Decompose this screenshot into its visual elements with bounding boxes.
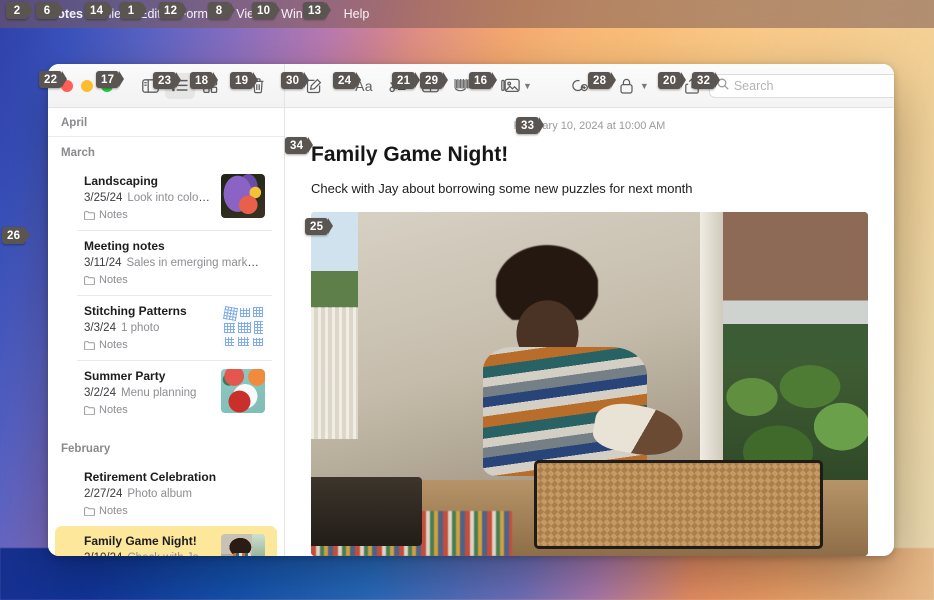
badge-26: 26 [2, 227, 31, 244]
note-folder: Notes [84, 209, 213, 221]
note-title: Family Game Night! [84, 534, 197, 548]
badge-10: 10 [252, 2, 281, 19]
note-timestamp: February 10, 2024 at 10:00 AM [513, 120, 666, 132]
badge-30: 30 [281, 72, 310, 89]
notes-window: Aa ▼ ▼ Search April March Landscaping 3/… [48, 64, 894, 556]
badge-33: 33 [516, 117, 545, 134]
list-item[interactable]: Meeting notes 3/11/24 Sales in emerging m… [55, 231, 277, 295]
stitching-pattern-thumbnail [221, 304, 265, 348]
list-item[interactable]: Retirement Celebration 2/27/24 Photo albu… [55, 462, 277, 526]
badge-23: 23 [153, 72, 182, 89]
note-snippet: Menu planning [120, 387, 197, 399]
note-date: 2/27/24 [84, 488, 123, 500]
list-item-selected[interactable]: Family Game Night! 2/10/24 Check with Jay… [55, 526, 277, 556]
note-snippet: Look into colorfu… [127, 192, 213, 204]
note-date: 3/11/24 [84, 257, 122, 269]
badge-24: 24 [333, 72, 362, 89]
badge-16: 16 [469, 72, 498, 89]
note-folder: Notes [84, 339, 213, 351]
badge-2: 2 [6, 2, 33, 19]
note-title: Landscaping [84, 174, 159, 188]
note-folder-label: Notes [99, 209, 128, 221]
menu-item-help[interactable]: Help [335, 4, 379, 24]
badge-18: 18 [190, 72, 219, 89]
badge-20: 20 [658, 72, 687, 89]
search-input[interactable] [733, 78, 893, 93]
note-folder: Notes [84, 505, 265, 517]
note-date: 3/3/24 [84, 322, 116, 334]
boy-at-table-photo[interactable] [311, 212, 868, 556]
note-folder-label: Notes [99, 274, 128, 286]
note-snippet: 1 photo [120, 322, 160, 334]
note-folder-label: Notes [99, 505, 128, 517]
note-title: Stitching Patterns [84, 304, 187, 318]
badge-28: 28 [588, 72, 617, 89]
flower-photo-thumbnail [221, 174, 265, 218]
badge-13: 13 [303, 2, 332, 19]
badge-22: 22 [39, 71, 68, 88]
badge-1: 1 [120, 2, 147, 19]
badge-25: 25 [305, 218, 334, 235]
note-folder-label: Notes [99, 404, 128, 416]
boy-photo-thumbnail [221, 534, 265, 556]
folder-icon [84, 210, 95, 220]
page-title[interactable]: Family Game Night! [285, 136, 894, 168]
note-date: 3/2/24 [84, 387, 116, 399]
folder-icon [84, 275, 95, 285]
badge-8: 8 [208, 2, 235, 19]
note-title: Summer Party [84, 369, 166, 383]
minimize-button[interactable] [81, 79, 93, 92]
food-photo-thumbnail [221, 369, 265, 413]
note-date: 3/25/24 [84, 192, 123, 204]
note-snippet: Sales in emerging markets… [126, 257, 265, 269]
badge-12: 12 [159, 2, 188, 19]
note-body-text[interactable]: Check with Jay about borrowing some new … [285, 168, 894, 198]
note-folder-label: Notes [99, 339, 128, 351]
note-title: Retirement Celebration [84, 470, 217, 484]
badge-29: 29 [420, 72, 449, 89]
photo-illustration [311, 212, 868, 556]
note-folder: Notes [84, 404, 213, 416]
note-snippet: Check with Jay a… [127, 552, 213, 556]
note-snippet: Photo album [127, 488, 192, 500]
window-body: April March Landscaping 3/25/24 Look into… [48, 108, 894, 556]
search-field[interactable] [708, 73, 894, 98]
month-header-march: March [61, 147, 95, 159]
badge-14: 14 [85, 2, 114, 19]
badge-34: 34 [285, 137, 314, 154]
folder-icon [84, 405, 95, 415]
note-title: Meeting notes [84, 239, 165, 253]
badge-17: 17 [96, 71, 125, 88]
note-date: 2/10/24 [84, 552, 122, 556]
folder-icon [84, 340, 95, 350]
list-item[interactable]: Summer Party 3/2/24 Menu planning Notes [55, 361, 277, 425]
badge-6: 6 [36, 2, 63, 19]
badge-21: 21 [392, 72, 421, 89]
lock-icon[interactable] [612, 73, 642, 99]
note-content-pane[interactable]: February 10, 2024 at 10:00 AM Family Gam… [285, 108, 894, 556]
badge-19: 19 [230, 72, 259, 89]
note-list[interactable]: April March Landscaping 3/25/24 Look into… [48, 108, 285, 556]
month-header-february: February [61, 443, 111, 455]
note-folder: Notes [84, 274, 265, 286]
badge-32: 32 [692, 72, 721, 89]
folder-icon [84, 506, 95, 516]
list-item[interactable]: Stitching Patterns 3/3/24 1 photo Notes [55, 296, 277, 360]
list-item[interactable]: Landscaping 3/25/24 Look into colorfu… No… [55, 166, 277, 230]
month-header-april: April [61, 117, 88, 129]
desktop:  Notes File Edit Format View Window Hel… [0, 0, 934, 600]
media-icon[interactable] [495, 73, 525, 99]
